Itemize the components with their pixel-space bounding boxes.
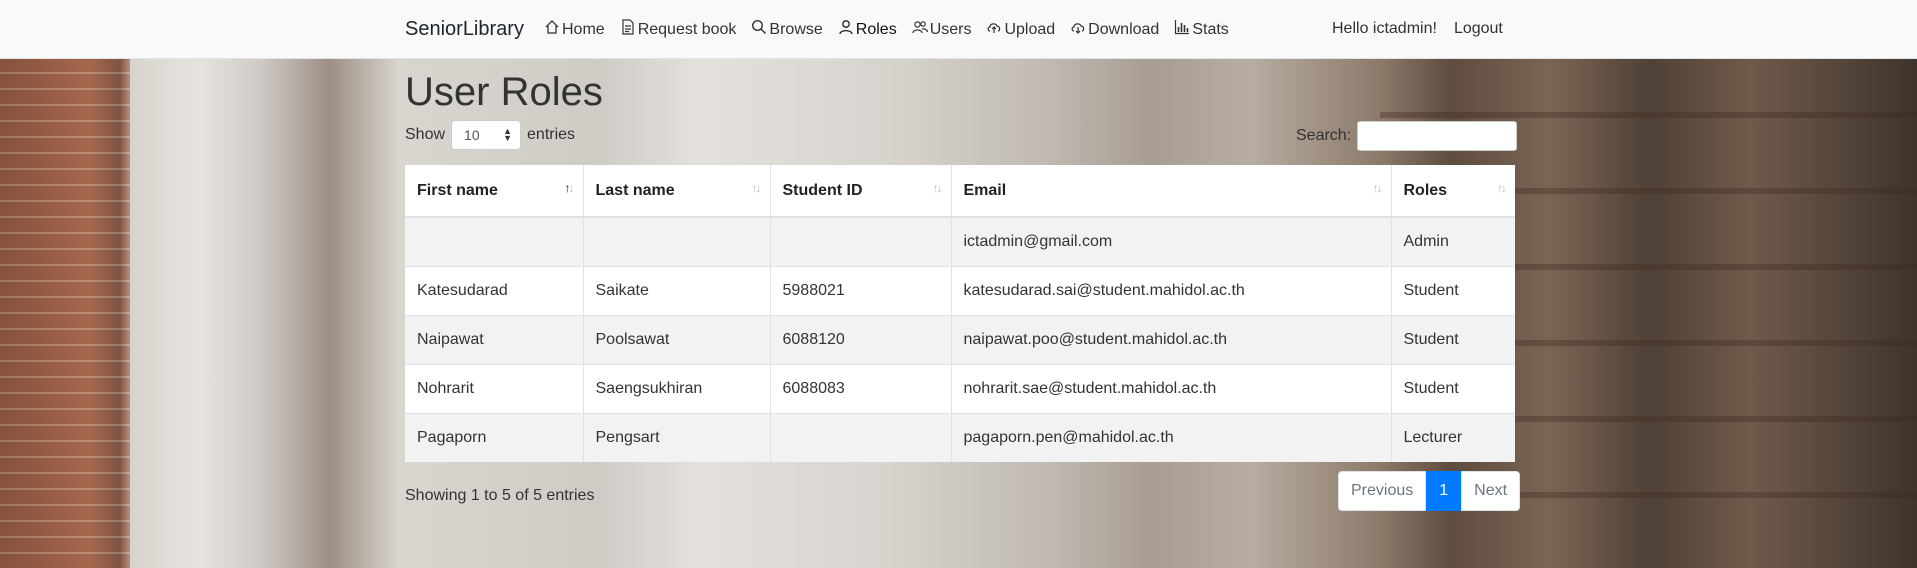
cell-student-id: [770, 216, 952, 266]
cloud-download-icon: [1070, 19, 1086, 40]
user-greeting: Hello ictadmin!: [1332, 20, 1437, 37]
nav-item-label: Request book: [637, 20, 737, 38]
sort-icon: ↑↓: [932, 181, 943, 195]
nav-item-home[interactable]: Home: [544, 19, 605, 40]
cell-role: Student: [1391, 314, 1515, 364]
cell-email: ictadmin@gmail.com: [951, 216, 1392, 266]
nav-item-upload[interactable]: Upload: [986, 19, 1055, 40]
nav-item-label: Browse: [769, 20, 823, 38]
page-length-value: 10: [464, 127, 480, 143]
column-header-last-name[interactable]: Last name ↑↓: [583, 165, 771, 218]
previous-page-button[interactable]: Previous: [1338, 471, 1427, 511]
cell-first-name: Nohrarit: [405, 363, 584, 413]
search-icon: [751, 19, 767, 40]
table-info: Showing 1 to 5 of 5 entries: [405, 487, 595, 504]
cell-first-name: Pagaporn: [405, 412, 584, 462]
nav-item-browse[interactable]: Browse: [751, 19, 823, 40]
user-roles-table: First name ↑↓ Last name ↑↓ Student ID ↑↓ Em…: [405, 165, 1515, 462]
cell-role: Admin: [1391, 216, 1515, 266]
top-navbar: SeniorLibrary Home Request book Browse R…: [0, 0, 1917, 59]
table-header-row: First name ↑↓ Last name ↑↓ Student ID ↑↓ Em…: [405, 165, 1515, 218]
search-input[interactable]: [1357, 121, 1518, 151]
page-length-control: Show 10 ▲ ▼ entries: [405, 120, 575, 150]
cell-student-id: 5988021: [770, 265, 952, 315]
document-icon: [620, 19, 636, 40]
cell-email: naipawat.poo@student.mahidol.ac.th: [951, 314, 1392, 364]
column-header-student-id[interactable]: Student ID ↑↓: [770, 165, 952, 218]
table-row: Nohrarit Saengsukhiran 6088083 nohrarit.…: [405, 363, 1515, 413]
cell-student-id: 6088120: [770, 314, 952, 364]
cell-last-name: Pengsart: [583, 412, 771, 462]
cell-last-name: Poolsawat: [583, 314, 771, 364]
sort-icon: ↑↓: [1497, 181, 1507, 195]
page-title: User Roles: [405, 70, 603, 114]
sort-icon: ↑↓: [751, 181, 762, 195]
nav-item-label: Roles: [855, 20, 897, 38]
column-header-roles[interactable]: Roles ↑↓: [1391, 165, 1515, 218]
nav-item-users[interactable]: Users: [912, 19, 972, 40]
user-icon: [838, 19, 854, 40]
users-icon: [912, 19, 928, 40]
table-row: ictadmin@gmail.com Admin: [405, 216, 1515, 266]
cell-last-name: [583, 216, 771, 266]
table-row: Katesudarad Saikate 5988021 katesudarad.…: [405, 265, 1515, 315]
column-header-email[interactable]: Email ↑↓: [951, 165, 1392, 218]
table-search: Search:: [1296, 121, 1518, 151]
cell-email: katesudarad.sai@student.mahidol.ac.th: [951, 265, 1392, 315]
show-label: Show: [405, 126, 446, 143]
cell-role: Student: [1391, 265, 1515, 315]
search-label: Search:: [1296, 127, 1352, 144]
nav-user-area: Hello ictadmin! Logout: [1332, 20, 1503, 38]
cell-email: pagaporn.pen@mahidol.ac.th: [951, 412, 1392, 462]
next-page-button[interactable]: Next: [1461, 471, 1521, 511]
sort-ascending-icon: ↑↓: [564, 181, 575, 195]
cell-role: Student: [1391, 363, 1515, 413]
cell-last-name: Saengsukhiran: [583, 363, 771, 413]
cell-role: Lecturer: [1391, 412, 1515, 462]
bar-chart-icon: [1174, 19, 1190, 40]
nav-item-label: Stats: [1192, 20, 1229, 38]
table-row: Naipawat Poolsawat 6088120 naipawat.poo@…: [405, 314, 1515, 364]
brand-logo[interactable]: SeniorLibrary: [405, 18, 524, 41]
sort-icon: ↑↓: [1372, 181, 1383, 195]
nav-item-label: Users: [929, 20, 972, 38]
home-icon: [544, 19, 560, 40]
cell-student-id: 6088083: [770, 363, 952, 413]
table-row: Pagaporn Pengsart pagaporn.pen@mahidol.a…: [405, 412, 1515, 462]
page-1-button[interactable]: 1: [1426, 471, 1462, 511]
nav-item-download[interactable]: Download: [1070, 19, 1159, 40]
cell-first-name: Katesudarad: [405, 265, 584, 315]
nav-item-roles[interactable]: Roles: [838, 19, 897, 40]
logout-link[interactable]: Logout: [1454, 20, 1503, 38]
select-arrows-icon: ▲ ▼: [503, 126, 513, 143]
nav-menu: Home Request book Browse Roles Users Upl…: [544, 19, 1229, 40]
cell-last-name: Saikate: [583, 265, 771, 315]
cell-first-name: [405, 216, 584, 266]
nav-item-label: Download: [1088, 20, 1160, 38]
page-length-select[interactable]: 10 ▲ ▼: [451, 120, 522, 150]
cloud-upload-icon: [986, 19, 1002, 40]
nav-item-stats[interactable]: Stats: [1174, 19, 1229, 40]
cell-email: nohrarit.sae@student.mahidol.ac.th: [951, 363, 1392, 413]
cell-student-id: [770, 412, 952, 462]
pagination: Previous 1 Next: [1338, 471, 1521, 511]
entries-label: entries: [527, 126, 576, 143]
nav-item-label: Home: [562, 20, 605, 38]
column-header-first-name[interactable]: First name ↑↓: [405, 165, 584, 218]
cell-first-name: Naipawat: [405, 314, 584, 364]
nav-item-label: Upload: [1004, 20, 1056, 38]
nav-item-request-book[interactable]: Request book: [620, 19, 737, 40]
